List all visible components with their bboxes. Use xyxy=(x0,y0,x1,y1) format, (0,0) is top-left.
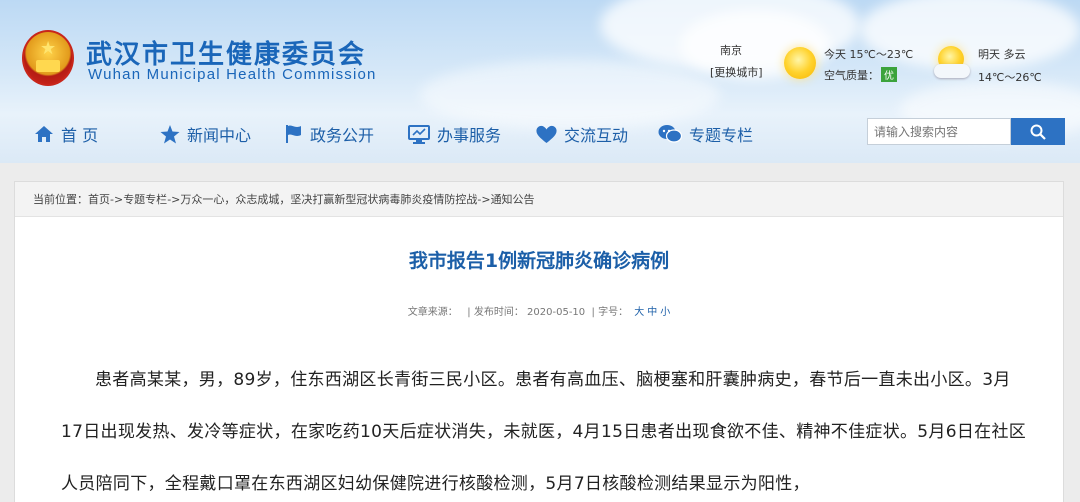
nav-label: 办事服务 xyxy=(437,126,502,145)
nav-label: 交流互动 xyxy=(564,126,629,145)
site-subtitle: Wuhan Municipal Health Commission xyxy=(88,66,377,83)
partly-cloudy-cloud-icon xyxy=(934,64,970,78)
search-button[interactable] xyxy=(1011,118,1065,145)
search-icon xyxy=(1030,124,1046,140)
breadcrumb-prefix: 当前位置： xyxy=(33,193,88,206)
weather-today: 今天 15℃～23℃ xyxy=(824,48,914,61)
article-title: 我市报告1例新冠肺炎确诊病例 xyxy=(408,250,670,272)
article-meta: 文章来源： | 发布时间： 2020-05-10 | 字号： 大中小 xyxy=(15,303,1063,318)
font-size-large[interactable]: 大 xyxy=(634,307,644,318)
breadcrumb-item-home[interactable]: 首页 xyxy=(88,191,110,207)
breadcrumb: 当前位置： 首页 -> 专题专栏 -> 万众一心，众志成城，坚决打赢新型冠状病毒… xyxy=(15,182,1063,217)
monitor-icon xyxy=(408,124,430,144)
air-quality: 空气质量：优 xyxy=(824,67,897,83)
nav-item-interaction[interactable]: 交流互动 xyxy=(536,112,628,156)
star-icon xyxy=(160,124,180,143)
font-size-label: | 字号： xyxy=(591,307,629,318)
breadcrumb-item-campaign[interactable]: 万众一心，众志成城，坚决打赢新型冠状病毒肺炎疫情防控战 xyxy=(180,191,477,207)
nav-label: 专题专栏 xyxy=(689,126,754,145)
date-label: | 发布时间： xyxy=(467,307,524,318)
publish-date: 2020-05-10 xyxy=(527,307,586,318)
breadcrumb-item-notices[interactable]: 通知公告 xyxy=(491,191,535,207)
heart-icon xyxy=(536,125,557,143)
air-quality-label: 空气质量： xyxy=(824,69,879,82)
change-city-link[interactable]: [更换城市] xyxy=(710,64,763,80)
nav-item-news[interactable]: 新闻中心 xyxy=(160,112,251,156)
article-card: 当前位置： 首页 -> 专题专栏 -> 万众一心，众志成城，坚决打赢新型冠状病毒… xyxy=(14,181,1064,502)
nav-label: 新闻中心 xyxy=(187,126,252,145)
sunny-icon xyxy=(784,47,816,79)
nav-item-government-affairs[interactable]: 政务公开 xyxy=(285,112,374,156)
font-size-medium[interactable]: 中 xyxy=(647,307,657,318)
air-quality-badge: 优 xyxy=(881,67,897,82)
breadcrumb-separator: -> xyxy=(477,192,491,206)
nav-item-special-topics[interactable]: 专题专栏 xyxy=(658,112,753,156)
nav-label: 首 页 xyxy=(61,126,99,145)
chat-icon xyxy=(658,125,682,143)
flag-icon xyxy=(286,125,301,143)
search-input[interactable] xyxy=(867,118,1011,145)
article-body: 患者高某某，男，89岁，住东西湖区长青街三民小区。患者有高血压、脑梗塞和肝囊肿病… xyxy=(61,370,1027,494)
weather-tomorrow: 明天 多云 xyxy=(978,48,1026,61)
breadcrumb-item-special-topics[interactable]: 专题专栏 xyxy=(123,191,167,207)
national-emblem-logo: ★ xyxy=(22,30,74,86)
weather-tomorrow-temp: 14℃～26℃ xyxy=(978,71,1042,84)
nav-item-home[interactable]: 首 页 xyxy=(34,112,98,156)
source-label: 文章来源： xyxy=(407,307,458,318)
breadcrumb-separator: -> xyxy=(167,192,181,206)
home-icon xyxy=(35,126,53,142)
main-nav: 首 页 新闻中心 政务公开 办事服务 交流互动 专题专栏 xyxy=(0,112,860,156)
nav-item-services[interactable]: 办事服务 xyxy=(408,112,501,156)
nav-label: 政务公开 xyxy=(310,126,375,145)
weather-city: 南京 xyxy=(720,44,742,57)
font-size-small[interactable]: 小 xyxy=(660,307,670,318)
breadcrumb-separator: -> xyxy=(110,192,124,206)
site-header: ★ 武汉市卫生健康委员会 Wuhan Municipal Health Comm… xyxy=(0,0,1080,163)
